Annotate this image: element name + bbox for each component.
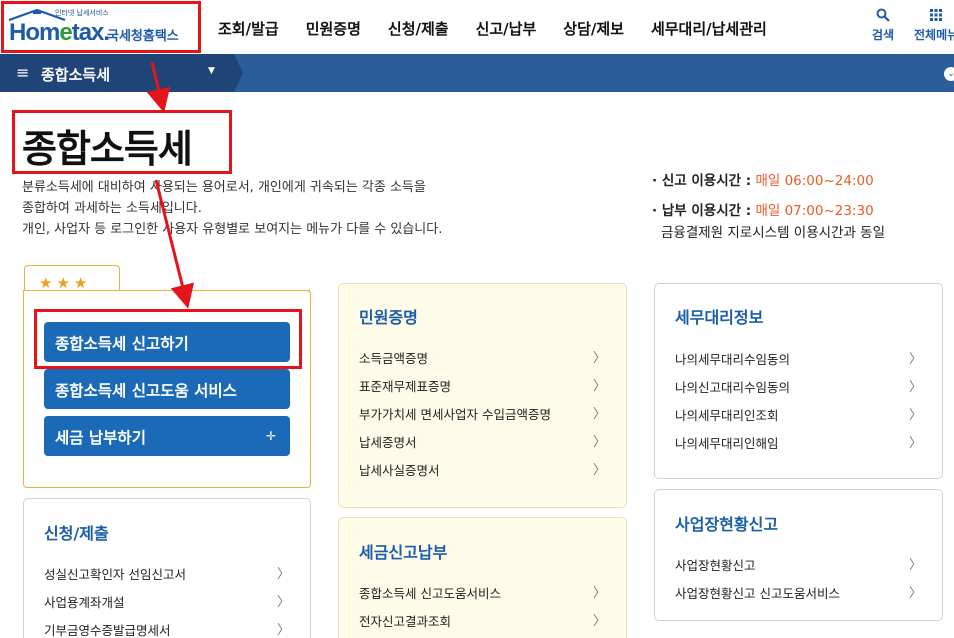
annotation-arrow — [154, 179, 195, 309]
page: 인터넷 납세서비스 Hometax. 국세청홈택스 조회/발급 민원증명 신청/… — [0, 0, 954, 638]
annotation-arrow — [146, 61, 171, 113]
annotation-arrows — [146, 61, 195, 309]
